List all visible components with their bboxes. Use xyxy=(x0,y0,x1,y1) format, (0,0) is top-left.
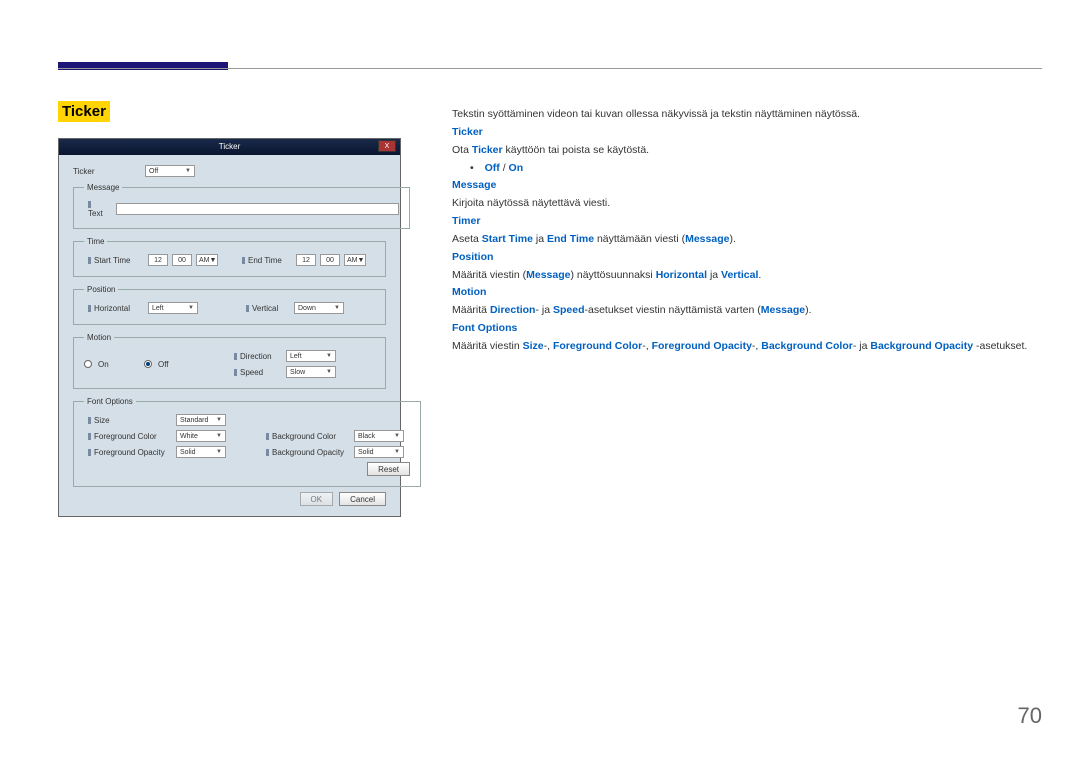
chevron-down-icon: ▼ xyxy=(216,449,222,455)
start-min-stepper[interactable]: 00 xyxy=(172,254,192,266)
chevron-down-icon: ▼ xyxy=(188,305,194,311)
message-fieldset: Message Text xyxy=(73,183,410,229)
chevron-down-icon: ▼ xyxy=(394,433,400,439)
description-column: Tekstin syöttäminen videon tai kuvan oll… xyxy=(452,106,1032,356)
direction-select[interactable]: Left▼ xyxy=(286,350,336,362)
reset-button[interactable]: Reset xyxy=(367,462,410,476)
offon-bullet: Off / On xyxy=(470,160,1032,178)
start-ampm-select[interactable]: AM▼ xyxy=(196,254,218,266)
fgcolor-label: Foreground Color xyxy=(88,432,176,441)
vertical-label: Vertical xyxy=(246,304,290,313)
text-label: Text xyxy=(88,200,108,218)
bgopacity-select[interactable]: Solid▼ xyxy=(354,446,404,458)
motion-on-label: On xyxy=(98,360,109,369)
ticker-subhead: Ticker xyxy=(452,124,1032,142)
fontoptions-legend: Font Options xyxy=(84,397,136,406)
close-icon[interactable]: X xyxy=(378,140,396,152)
ticker-text: Ota Ticker käyttöön tai poista se käytös… xyxy=(452,142,1032,160)
end-ampm-select[interactable]: AM▼ xyxy=(344,254,366,266)
ok-button[interactable]: OK xyxy=(300,492,334,506)
page-number: 70 xyxy=(1018,703,1042,729)
motion-text: Määritä Direction- ja Speed-asetukset vi… xyxy=(452,302,1032,320)
position-legend: Position xyxy=(84,285,118,294)
dialog-title: Ticker xyxy=(219,142,240,151)
speed-label: Speed xyxy=(234,368,282,377)
motion-off-label: Off xyxy=(158,360,169,369)
chevron-down-icon: ▼ xyxy=(394,449,400,455)
message-legend: Message xyxy=(84,183,122,192)
fontoptions-subhead: Font Options xyxy=(452,320,1032,338)
bgcolor-label: Background Color xyxy=(266,432,354,441)
motion-on-radio[interactable] xyxy=(84,360,92,368)
dialog-titlebar: Ticker X xyxy=(59,139,400,155)
message-input[interactable] xyxy=(116,203,398,215)
chevron-down-icon: ▼ xyxy=(185,168,191,174)
message-text: Kirjoita näytössä näytettävä viesti. xyxy=(452,195,1032,213)
cancel-button[interactable]: Cancel xyxy=(339,492,386,506)
fontoptions-fieldset: Font Options Size Standard▼ Foreground C… xyxy=(73,397,421,487)
position-fieldset: Position Horizontal Left▼ Vertical Down▼ xyxy=(73,285,386,325)
bgcolor-select[interactable]: Black▼ xyxy=(354,430,404,442)
ticker-label: Ticker xyxy=(73,167,145,176)
chevron-down-icon: ▼ xyxy=(326,353,332,359)
motion-off-radio[interactable] xyxy=(144,360,152,368)
motion-subhead: Motion xyxy=(452,284,1032,302)
fgopacity-label: Foreground Opacity xyxy=(88,448,176,457)
chevron-down-icon: ▼ xyxy=(216,417,222,423)
motion-fieldset: Motion On Off Direction Left▼ xyxy=(73,333,386,389)
section-heading: Ticker xyxy=(58,101,110,122)
fgopacity-select[interactable]: Solid▼ xyxy=(176,446,226,458)
direction-label: Direction xyxy=(234,352,282,361)
end-min-stepper[interactable]: 00 xyxy=(320,254,340,266)
position-text: Määritä viestin (Message) näyttösuunnaks… xyxy=(452,267,1032,285)
end-hour-stepper[interactable]: 12 xyxy=(296,254,316,266)
message-subhead: Message xyxy=(452,177,1032,195)
speed-select[interactable]: Slow▼ xyxy=(286,366,336,378)
timer-text: Aseta Start Time ja End Time näyttämään … xyxy=(452,231,1032,249)
ticker-dialog-screenshot: Ticker X Ticker Off ▼ Message Text Time … xyxy=(58,138,401,517)
motion-legend: Motion xyxy=(84,333,114,342)
fontoptions-text: Määritä viestin Size-, Foreground Color-… xyxy=(452,338,1032,356)
chevron-down-icon: ▼ xyxy=(334,305,340,311)
intro-text: Tekstin syöttäminen videon tai kuvan oll… xyxy=(452,106,1032,124)
position-subhead: Position xyxy=(452,249,1032,267)
chevron-down-icon: ▼ xyxy=(326,369,332,375)
size-select[interactable]: Standard▼ xyxy=(176,414,226,426)
size-label: Size xyxy=(88,416,176,425)
chevron-down-icon: ▼ xyxy=(358,257,365,264)
time-legend: Time xyxy=(84,237,107,246)
fgcolor-select[interactable]: White▼ xyxy=(176,430,226,442)
bgopacity-label: Background Opacity xyxy=(266,448,354,457)
start-time-label: Start Time xyxy=(88,256,144,265)
chevron-down-icon: ▼ xyxy=(216,433,222,439)
top-rule xyxy=(58,68,1042,69)
timer-subhead: Timer xyxy=(452,213,1032,231)
chevron-down-icon: ▼ xyxy=(210,257,217,264)
horizontal-label: Horizontal xyxy=(88,304,144,313)
start-hour-stepper[interactable]: 12 xyxy=(148,254,168,266)
horizontal-select[interactable]: Left▼ xyxy=(148,302,198,314)
ticker-select[interactable]: Off ▼ xyxy=(145,165,195,177)
end-time-label: End Time xyxy=(242,256,292,265)
vertical-select[interactable]: Down▼ xyxy=(294,302,344,314)
time-fieldset: Time Start Time 12 00 AM▼ End Time 12 00… xyxy=(73,237,386,277)
